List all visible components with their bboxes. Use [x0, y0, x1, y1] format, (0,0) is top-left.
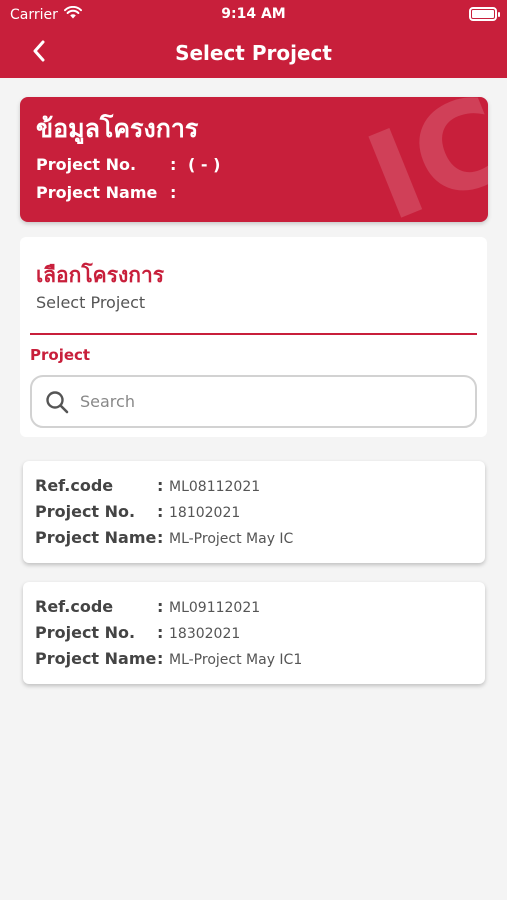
project-name-row: Project Name : ML-Project May IC [35, 528, 293, 547]
ref-code-label: Ref.code [35, 476, 114, 495]
row-colon: : [157, 649, 164, 668]
ref-code-row: Ref.code : ML08112021 [35, 476, 260, 495]
row-colon: : [157, 623, 164, 642]
page-title: Select Project [175, 41, 332, 65]
project-no-row: Project No. : 18302021 [35, 623, 240, 642]
project-field-label: Project [30, 346, 91, 364]
info-project-name-label: Project Name [36, 183, 158, 202]
project-no-label: Project No. [35, 623, 136, 642]
project-info-card: IC ข้อมูลโครงการ Project No. : ( - ) Pro… [20, 97, 488, 222]
section-heading-thai: เลือกโครงการ [36, 263, 165, 287]
info-project-name-row: Project Name : [36, 183, 188, 202]
select-project-section: เลือกโครงการ Select Project Project [20, 237, 487, 437]
ref-code-value: ML08112021 [169, 479, 261, 495]
project-no-row: Project No. : 18102021 [35, 502, 240, 521]
info-project-no-value: ( - ) [188, 155, 221, 174]
project-name-value: ML-Project May IC [169, 531, 294, 547]
search-input[interactable] [80, 392, 450, 411]
project-no-value: 18302021 [169, 626, 241, 642]
section-heading-english: Select Project [36, 293, 146, 312]
project-name-label: Project Name [35, 528, 157, 547]
battery-icon [469, 7, 500, 21]
search-icon [44, 389, 70, 415]
section-divider [30, 333, 477, 335]
project-name-value: ML-Project May IC1 [169, 652, 303, 668]
clock: 9:14 AM [221, 6, 286, 22]
row-colon: : [157, 597, 164, 616]
project-name-row: Project Name : ML-Project May IC1 [35, 649, 302, 668]
info-project-no-label: Project No. [36, 155, 137, 174]
ref-code-label: Ref.code [35, 597, 114, 616]
search-box[interactable] [30, 375, 477, 428]
info-heading: ข้อมูลโครงการ [36, 114, 199, 143]
ref-code-row: Ref.code : ML09112021 [35, 597, 260, 616]
watermark-logo: IC [350, 97, 488, 222]
project-name-label: Project Name [35, 649, 157, 668]
project-card[interactable]: Ref.code : ML08112021 Project No. : 1810… [23, 461, 485, 563]
status-bar: Carrier 9:14 AM [0, 0, 507, 30]
row-colon: : [157, 528, 164, 547]
ref-code-value: ML09112021 [169, 600, 261, 616]
project-no-label: Project No. [35, 502, 136, 521]
row-colon: : [157, 502, 164, 521]
info-project-no-row: Project No. : ( - ) [36, 155, 220, 174]
info-colon: : [170, 155, 177, 174]
row-colon: : [157, 476, 164, 495]
navigation-bar: Select Project [0, 30, 507, 78]
info-colon: : [170, 183, 177, 202]
project-no-value: 18102021 [169, 505, 241, 521]
project-card[interactable]: Ref.code : ML09112021 Project No. : 1830… [23, 582, 485, 684]
